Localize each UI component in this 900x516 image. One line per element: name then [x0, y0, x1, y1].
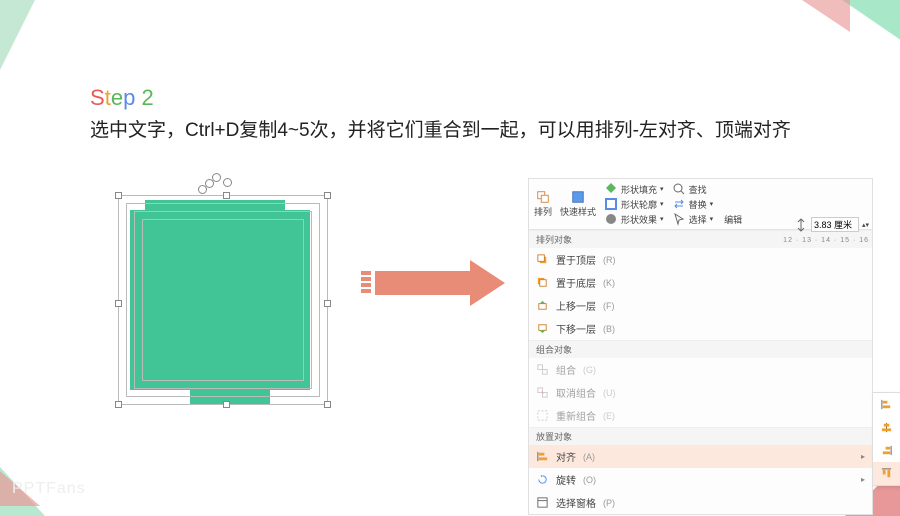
- rotate-item[interactable]: 旋转(O)▸: [529, 468, 872, 491]
- align-left-item[interactable]: 左对齐(L): [873, 393, 900, 416]
- align-left-icon: [880, 398, 893, 411]
- rotate-handle: [212, 173, 221, 182]
- align-right-icon: [880, 444, 893, 457]
- align-submenu: 左对齐(L) 左右居中(C) 右对齐(R) 顶端对齐(T): [872, 392, 900, 486]
- back-icon: [536, 276, 549, 289]
- send-to-back-item[interactable]: 置于底层(K): [529, 271, 872, 294]
- shape-effect-button[interactable]: 形状效果▾: [604, 212, 664, 226]
- group-item[interactable]: 组合(G): [529, 358, 872, 381]
- effect-icon: [604, 212, 618, 226]
- align-icon: [536, 450, 549, 463]
- height-icon: [794, 218, 808, 232]
- edit-group: 查找 替换▾ 选择▾: [672, 182, 714, 226]
- replace-button[interactable]: 替换▾: [672, 197, 714, 211]
- decor: [0, 0, 35, 70]
- height-input[interactable]: [811, 217, 859, 232]
- up-icon: [536, 299, 549, 312]
- fill-icon: [604, 182, 618, 196]
- align-center-icon: [880, 421, 893, 434]
- arrow-illustration: [375, 260, 505, 306]
- shape-style-group: 形状填充▾ 形状轮廓▾ 形状效果▾: [604, 182, 664, 226]
- step-title: Step 2: [90, 85, 154, 111]
- select-button[interactable]: 选择▾: [672, 212, 714, 226]
- align-item[interactable]: 对齐(A)▸: [529, 445, 872, 468]
- powerpoint-menu-panel: 排列 快速样式 形状填充▾ 形状轮廓▾ 形状效果▾ 查找 替换▾ 选择▾ 编辑 …: [528, 178, 873, 515]
- shape-outline-button[interactable]: 形状轮廓▾: [604, 197, 664, 211]
- align-center-item[interactable]: 左右居中(C): [873, 416, 900, 439]
- pane-icon: [536, 496, 549, 509]
- step-description: 选中文字，Ctrl+D复制4~5次，并将它们重合到一起，可以用排列-左对齐、顶端…: [90, 115, 791, 142]
- bring-forward-item[interactable]: 上移一层(F): [529, 294, 872, 317]
- quickstyle-button[interactable]: 快速样式: [560, 190, 596, 218]
- shape-fill-button[interactable]: 形状填充▾: [604, 182, 664, 196]
- regroup-icon: [536, 409, 549, 422]
- arrange-button[interactable]: 排列: [534, 190, 552, 218]
- align-top-icon: [880, 467, 893, 480]
- ungroup-icon: [536, 386, 549, 399]
- regroup-item[interactable]: 重新组合(E): [529, 404, 872, 427]
- section-position: 放置对象: [529, 427, 872, 445]
- edit-label: 编辑: [724, 213, 742, 226]
- shape-illustration: [110, 175, 340, 405]
- ruler: 12 · 13 · 14 · 15 · 16: [783, 237, 869, 244]
- watermark: PPTFans: [12, 480, 86, 498]
- replace-icon: [672, 197, 686, 211]
- align-right-item[interactable]: 右对齐(R): [873, 439, 900, 462]
- front-icon: [536, 253, 549, 266]
- rotate-icon: [536, 473, 549, 486]
- style-icon: [571, 190, 585, 204]
- arrange-icon: [536, 190, 550, 204]
- bring-to-front-item[interactable]: 置于顶层(R): [529, 248, 872, 271]
- select-icon: [672, 212, 686, 226]
- down-icon: [536, 322, 549, 335]
- section-group: 组合对象: [529, 340, 872, 358]
- find-icon: [672, 182, 686, 196]
- outline-icon: [604, 197, 618, 211]
- send-backward-item[interactable]: 下移一层(B): [529, 317, 872, 340]
- selection-pane-item[interactable]: 选择窗格(P): [529, 491, 872, 514]
- decor: [802, 0, 850, 32]
- find-button[interactable]: 查找: [672, 182, 714, 196]
- align-top-item[interactable]: 顶端对齐(T): [873, 462, 900, 485]
- selection-box: [118, 195, 328, 405]
- measurement-box: ▴▾: [794, 217, 869, 232]
- group-icon: [536, 363, 549, 376]
- ungroup-item[interactable]: 取消组合(U): [529, 381, 872, 404]
